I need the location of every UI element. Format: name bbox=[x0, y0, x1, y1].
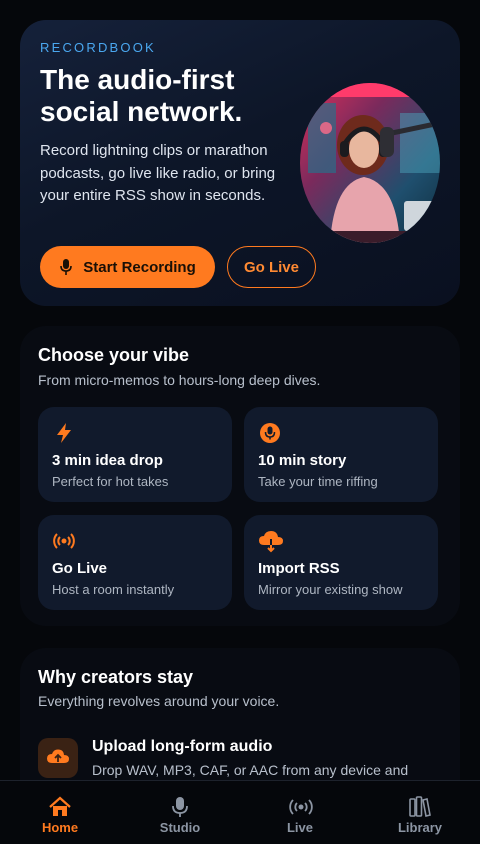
nav-item-home[interactable]: Home bbox=[0, 781, 120, 844]
tile-title: Import RSS bbox=[258, 560, 340, 577]
broadcast-icon bbox=[288, 795, 313, 819]
vibe-tile-story[interactable]: 10 min story Take your time riffing bbox=[244, 407, 438, 502]
tile-title: Go Live bbox=[52, 560, 108, 577]
nav-label: Studio bbox=[159, 820, 201, 835]
nav-label: Home bbox=[41, 820, 79, 835]
vibe-tile-import-rss[interactable]: Import RSS Mirror your existing show bbox=[244, 515, 438, 610]
why-title: Why creators stay bbox=[38, 667, 194, 687]
feature-title: Upload long-form audio bbox=[92, 738, 273, 755]
microphone-icon bbox=[168, 795, 192, 819]
start-recording-label: Start Recording bbox=[83, 258, 196, 276]
microphone-icon bbox=[258, 421, 282, 445]
vibe-section: Choose your vibe From micro-memos to hou… bbox=[20, 326, 460, 626]
brand-label: RECORDBOOK bbox=[40, 40, 156, 55]
feature-description: Drop WAV, MP3, CAF, or AAC from any devi… bbox=[92, 762, 409, 778]
library-icon bbox=[408, 795, 432, 819]
hero-card: RECORDBOOK The audio-first social networ… bbox=[20, 20, 460, 306]
tile-subtitle: Host a room instantly bbox=[52, 582, 175, 597]
microphone-icon bbox=[59, 258, 73, 276]
home-icon bbox=[48, 795, 72, 819]
cloud-upload-icon bbox=[38, 738, 78, 778]
nav-label: Library bbox=[397, 820, 443, 835]
go-live-button[interactable]: Go Live bbox=[227, 246, 316, 288]
hero-title: The audio-first social network. bbox=[40, 64, 243, 127]
why-section: Why creators stay Everything revolves ar… bbox=[20, 648, 460, 780]
hero-description: Record lightning clips or marathon podca… bbox=[40, 142, 276, 204]
vibe-tile-idea-drop[interactable]: 3 min idea drop Perfect for hot takes bbox=[38, 407, 232, 502]
nav-item-live[interactable]: Live bbox=[240, 781, 360, 844]
bottom-nav: Home Studio Live Library bbox=[0, 780, 480, 844]
tile-subtitle: Take your time riffing bbox=[258, 474, 378, 489]
vibe-subtitle: From micro-memos to hours-long deep dive… bbox=[38, 372, 321, 388]
tile-subtitle: Perfect for hot takes bbox=[52, 474, 169, 489]
nav-label: Live bbox=[286, 820, 313, 835]
tile-title: 3 min idea drop bbox=[52, 452, 163, 469]
content-scroll[interactable]: RECORDBOOK The audio-first social networ… bbox=[0, 0, 480, 780]
start-recording-button[interactable]: Start Recording bbox=[40, 246, 215, 288]
vibe-title: Choose your vibe bbox=[38, 345, 190, 365]
cloud-download-icon bbox=[258, 529, 283, 553]
nav-item-library[interactable]: Library bbox=[360, 781, 480, 844]
bolt-icon bbox=[52, 421, 76, 445]
nav-item-studio[interactable]: Studio bbox=[120, 781, 240, 844]
broadcast-icon bbox=[52, 529, 76, 553]
vibe-tile-go-live[interactable]: Go Live Host a room instantly bbox=[38, 515, 232, 610]
why-subtitle: Everything revolves around your voice. bbox=[38, 693, 280, 709]
tile-title: 10 min story bbox=[258, 452, 347, 469]
hero-photo bbox=[300, 83, 440, 243]
tile-subtitle: Mirror your existing show bbox=[258, 582, 403, 597]
